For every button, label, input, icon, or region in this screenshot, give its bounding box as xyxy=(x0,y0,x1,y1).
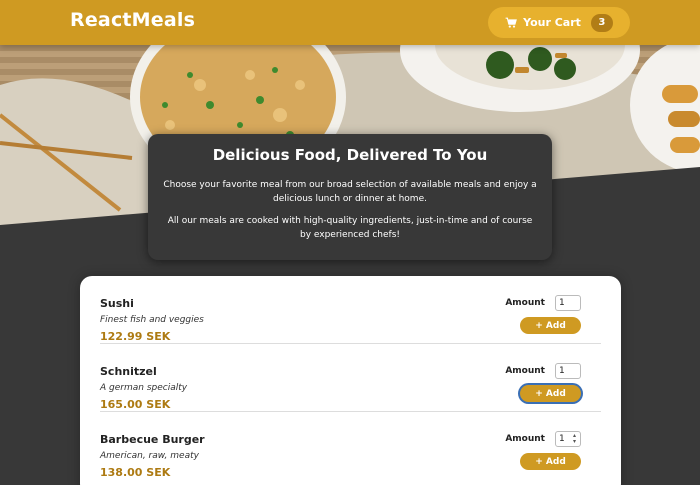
add-button[interactable]: + Add xyxy=(520,453,581,470)
summary-paragraph-2: All our meals are cooked with high-quali… xyxy=(167,216,533,240)
amount-label: Amount xyxy=(505,366,545,376)
meals-list: Sushi Finest fish and veggies 122.99 SEK… xyxy=(80,276,621,485)
meal-name: Barbecue Burger xyxy=(100,433,205,446)
meal-item-sushi: Sushi Finest fish and veggies 122.99 SEK… xyxy=(100,276,601,344)
amount-label: Amount xyxy=(505,298,545,308)
shopping-cart-icon xyxy=(505,17,518,29)
meal-description: A german specialty xyxy=(100,383,188,393)
meal-item-schnitzel: Schnitzel A german specialty 165.00 SEK … xyxy=(100,344,601,412)
stepper-arrows-icon[interactable]: ▴ ▾ xyxy=(573,433,579,445)
summary-paragraph-1: Choose your favorite meal from our broad… xyxy=(163,180,537,204)
meal-price: 165.00 SEK xyxy=(100,398,171,411)
summary-card: Delicious Food, Delivered To You Choose … xyxy=(148,134,552,260)
add-button[interactable]: + Add xyxy=(520,385,581,402)
meal-price: 138.00 SEK xyxy=(100,466,171,479)
meal-description: American, raw, meaty xyxy=(100,451,199,461)
meal-name: Schnitzel xyxy=(100,365,157,378)
brand-logo: ReactMeals xyxy=(70,9,196,31)
cart-button[interactable]: Your Cart 3 xyxy=(488,7,630,38)
meal-price: 122.99 SEK xyxy=(100,330,171,343)
amount-input[interactable] xyxy=(555,363,581,379)
add-button[interactable]: + Add xyxy=(520,317,581,334)
cart-label: Your Cart xyxy=(523,16,581,29)
amount-input[interactable] xyxy=(555,295,581,311)
meal-name: Sushi xyxy=(100,297,134,310)
summary-title: Delicious Food, Delivered To You xyxy=(212,146,488,164)
meal-item-barbecue-burger: Barbecue Burger American, raw, meaty 138… xyxy=(100,412,601,480)
app-header: ReactMeals Your Cart 3 xyxy=(0,0,700,45)
amount-label: Amount xyxy=(505,434,545,444)
cart-count-badge: 3 xyxy=(590,13,613,32)
meal-description: Finest fish and veggies xyxy=(100,315,204,325)
